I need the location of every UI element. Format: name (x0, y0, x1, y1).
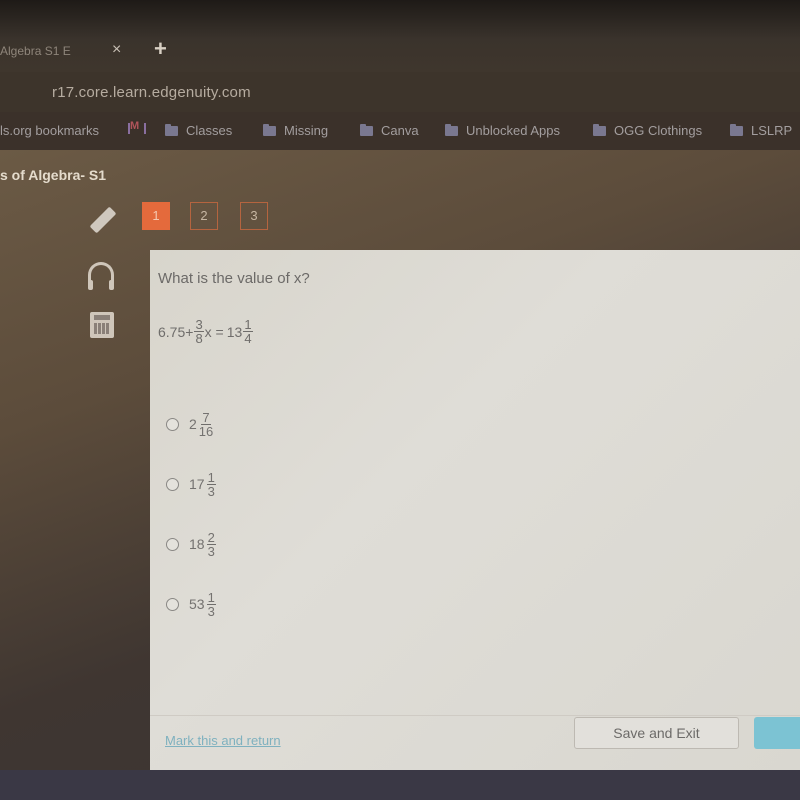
bookmark-label: Unblocked Apps (466, 123, 560, 138)
url-text[interactable]: r17.core.learn.edgenuity.com (52, 84, 251, 101)
radio-button[interactable] (166, 537, 179, 551)
bookmark-folder-lslrp[interactable]: LSLRP (730, 123, 792, 138)
folder-icon (360, 123, 373, 136)
bookmark-item[interactable]: ls.org bookmarks (0, 123, 99, 138)
fraction-numerator: 3 (194, 317, 204, 332)
answer-choice[interactable]: 53 1 3 (166, 574, 217, 634)
browser-tab-bar: Algebra S1 E × + (0, 0, 800, 72)
bookmark-label: ls.org bookmarks (0, 123, 99, 138)
rhs-whole: 13 (226, 323, 243, 340)
folder-icon (593, 123, 606, 136)
fraction-numerator: 1 (206, 469, 216, 485)
choice-whole: 2 (189, 416, 197, 432)
question-nav-2[interactable]: 2 (190, 202, 218, 230)
bookmark-label: Missing (284, 123, 329, 138)
fraction-denominator: 3 (207, 483, 215, 499)
folder-icon (263, 123, 276, 136)
choice-whole: 17 (189, 476, 205, 492)
fraction-denominator: 4 (244, 331, 252, 346)
fraction-numerator: 1 (206, 589, 216, 605)
folder-icon (165, 123, 178, 136)
answer-choice[interactable]: 2 7 16 (166, 394, 217, 454)
fraction-denominator: 16 (198, 423, 214, 439)
folder-icon (730, 123, 743, 136)
bookmark-folder-classes[interactable]: Classes (165, 123, 232, 138)
mark-and-return-link[interactable]: Mark this and return (165, 733, 281, 748)
radio-button[interactable] (166, 477, 179, 491)
submit-button[interactable] (754, 717, 800, 749)
calculator-icon[interactable] (90, 312, 114, 338)
fraction-denominator: 3 (207, 543, 215, 559)
choice-fraction: 1 3 (206, 469, 216, 499)
question-prompt: What is the value of x? (158, 270, 310, 287)
browser-tab[interactable]: Algebra S1 E × (0, 40, 140, 64)
fraction-numerator: 2 (206, 529, 216, 545)
fraction-numerator: 7 (201, 409, 211, 425)
fraction-numerator: 1 (243, 317, 253, 332)
bookmark-folder-missing[interactable]: Missing (263, 123, 328, 138)
choice-fraction: 1 3 (206, 589, 216, 619)
bookmark-gmail[interactable] (128, 120, 146, 134)
new-tab-icon[interactable]: + (154, 36, 167, 62)
rhs-fraction: 1 4 (243, 317, 253, 346)
radio-button[interactable] (166, 597, 179, 611)
fraction-denominator: 8 (195, 331, 203, 346)
bookmark-label: Classes (186, 123, 233, 138)
bookmark-label: OGG Clothings (614, 123, 703, 138)
folder-icon (445, 123, 458, 136)
course-title: s of Algebra- S1 (0, 167, 107, 183)
headphones-icon[interactable] (88, 262, 114, 290)
radio-button[interactable] (166, 417, 179, 431)
equation-constant: 6.75+ (158, 323, 194, 340)
question-nav-1[interactable]: 1 (142, 202, 170, 230)
bottom-bar (0, 770, 800, 800)
equation-variable: x = (204, 323, 224, 340)
bookmark-folder-ogg-clothings[interactable]: OGG Clothings (593, 123, 702, 138)
edgenuity-app: s of Algebra- S1 1 2 3 What is the value… (0, 150, 800, 800)
choice-fraction: 7 16 (199, 411, 213, 438)
gmail-icon (128, 120, 146, 134)
answer-choice[interactable]: 18 2 3 (166, 514, 217, 574)
fraction-denominator: 3 (207, 603, 215, 619)
tab-title: Algebra S1 E (0, 44, 71, 58)
question-nav-3[interactable]: 3 (240, 202, 268, 230)
choice-whole: 18 (189, 536, 205, 552)
answer-choice[interactable]: 17 1 3 (166, 454, 217, 514)
footer-divider (150, 715, 800, 716)
bookmark-label: Canva (381, 123, 419, 138)
coefficient-fraction: 3 8 (194, 317, 204, 346)
bookmark-folder-canva[interactable]: Canva (360, 123, 419, 138)
save-and-exit-button[interactable]: Save and Exit (574, 717, 739, 749)
question-panel: What is the value of x? 6.75+ 3 8 x = 13… (150, 250, 800, 770)
bookmark-label: LSLRP (751, 123, 793, 138)
choice-fraction: 2 3 (206, 529, 216, 559)
close-tab-icon[interactable]: × (112, 41, 121, 59)
bookmarks-bar: ls.org bookmarks Classes Missing Canva U… (0, 112, 800, 150)
address-bar[interactable]: r17.core.learn.edgenuity.com (0, 72, 800, 112)
pencil-icon[interactable] (89, 206, 117, 234)
equation: 6.75+ 3 8 x = 13 1 4 (158, 318, 254, 345)
answer-choices: 2 7 16 17 1 3 18 2 3 53 1 3 (166, 400, 217, 634)
bookmark-folder-unblocked-apps[interactable]: Unblocked Apps (445, 123, 560, 138)
choice-whole: 53 (189, 596, 205, 612)
